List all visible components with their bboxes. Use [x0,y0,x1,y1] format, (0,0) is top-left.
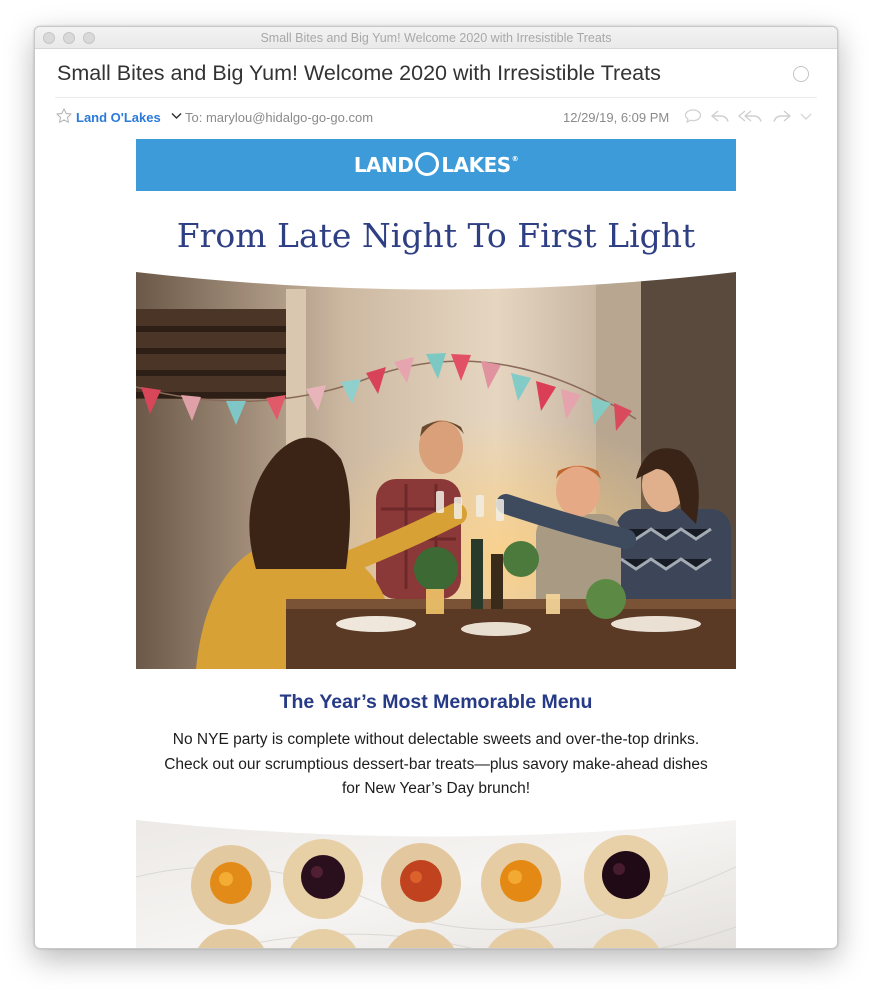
unread-circle-icon[interactable] [793,66,809,82]
logo-text-left: LAND [353,153,414,177]
brand-banner[interactable]: LAND LAKES ® [136,139,736,191]
title-bar: Small Bites and Big Yum! Welcome 2020 wi… [35,27,837,49]
registered-mark: ® [511,155,519,163]
logo-circle-icon [415,152,440,176]
section-title: The Year’s Most Memorable Menu [279,691,593,713]
star-icon[interactable] [55,107,73,125]
chevron-down-icon[interactable] [171,112,182,120]
party-toast-image [136,269,736,669]
message-subject: Small Bites and Big Yum! Welcome 2020 wi… [57,61,661,85]
forward-icon[interactable] [771,107,793,125]
recipient-line: To: marylou@hidalgo-go-go.com [185,110,374,125]
message-actions [683,107,813,125]
logo-text-right: LAKES [441,153,511,177]
message-header: Land O'Lakes To: marylou@hidalgo-go-go.c… [55,98,817,138]
email-body: LAND LAKES ® From Late Night To First Li… [136,139,736,948]
hero-photo[interactable] [136,269,736,669]
subject-row: Small Bites and Big Yum! Welcome 2020 wi… [55,49,817,98]
section-text: No NYE party is complete without delecta… [164,731,708,797]
sender-name[interactable]: Land O'Lakes [76,110,161,125]
window-title: Small Bites and Big Yum! Welcome 2020 wi… [260,31,612,45]
chat-bubble-icon[interactable] [683,107,703,125]
jam-cookies-image [136,816,736,948]
mail-window: Small Bites and Big Yum! Welcome 2020 wi… [34,26,838,949]
email-headline: From Late Night To First Light [176,215,696,255]
more-chevron-icon[interactable] [799,107,813,125]
cookies-photo[interactable] [136,816,736,948]
reply-icon[interactable] [709,107,731,125]
reply-all-icon[interactable] [737,107,765,125]
message-date: 12/29/19, 6:09 PM [563,110,670,125]
